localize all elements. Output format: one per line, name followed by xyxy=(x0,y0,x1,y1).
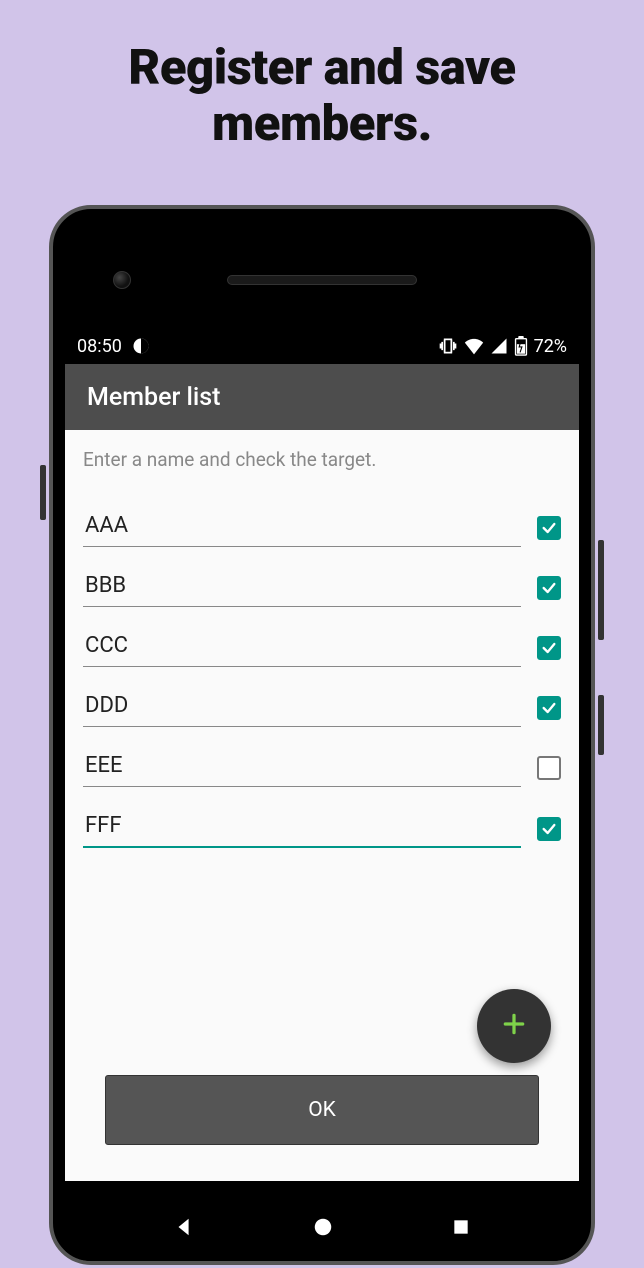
member-row xyxy=(83,689,561,727)
vibrate-icon xyxy=(438,336,458,356)
member-row xyxy=(83,509,561,547)
check-icon xyxy=(541,520,557,536)
phone-camera xyxy=(113,271,131,289)
app-screen: Member list Enter a name and check the t… xyxy=(65,364,579,1181)
app-title: Member list xyxy=(87,383,220,412)
hint-text: Enter a name and check the target. xyxy=(65,430,579,477)
member-row xyxy=(83,749,561,787)
check-icon xyxy=(541,640,557,656)
member-checkbox[interactable] xyxy=(537,696,561,720)
member-name-input[interactable] xyxy=(83,569,521,607)
member-checkbox[interactable] xyxy=(537,516,561,540)
member-checkbox[interactable] xyxy=(537,756,561,780)
member-row xyxy=(83,809,561,848)
member-row xyxy=(83,569,561,607)
member-checkbox[interactable] xyxy=(537,576,561,600)
member-name-input[interactable] xyxy=(83,629,521,667)
notification-icon xyxy=(132,337,150,355)
member-name-input[interactable] xyxy=(83,809,521,848)
add-member-fab[interactable] xyxy=(477,989,551,1063)
plus-icon xyxy=(501,1011,527,1041)
check-icon xyxy=(541,821,557,837)
member-checkbox[interactable] xyxy=(537,636,561,660)
hero-title: Register and save members. xyxy=(0,0,644,183)
phone-side-button xyxy=(598,540,604,640)
nav-home-button[interactable] xyxy=(312,1216,334,1238)
ok-button[interactable]: OK xyxy=(105,1075,539,1145)
phone-speaker xyxy=(227,275,417,285)
nav-back-button[interactable] xyxy=(173,1216,195,1238)
android-nav-bar xyxy=(65,1193,579,1261)
battery-text: 72% xyxy=(534,336,567,357)
member-name-input[interactable] xyxy=(83,509,521,547)
status-bar: 08:50 72% xyxy=(65,331,579,361)
phone-side-button xyxy=(598,695,604,755)
battery-icon xyxy=(514,336,528,356)
wifi-icon xyxy=(464,337,484,355)
signal-icon xyxy=(490,337,508,355)
member-list xyxy=(65,477,579,1075)
ok-button-label: OK xyxy=(308,1098,336,1122)
check-icon xyxy=(541,580,557,596)
member-row xyxy=(83,629,561,667)
app-bar: Member list xyxy=(65,364,579,430)
phone-side-button xyxy=(40,465,46,520)
member-name-input[interactable] xyxy=(83,689,521,727)
phone-mockup: 08:50 72% xyxy=(49,205,595,1265)
check-icon xyxy=(541,700,557,716)
nav-recent-button[interactable] xyxy=(451,1217,471,1237)
member-name-input[interactable] xyxy=(83,749,521,787)
status-time: 08:50 xyxy=(77,336,122,357)
member-checkbox[interactable] xyxy=(537,817,561,841)
